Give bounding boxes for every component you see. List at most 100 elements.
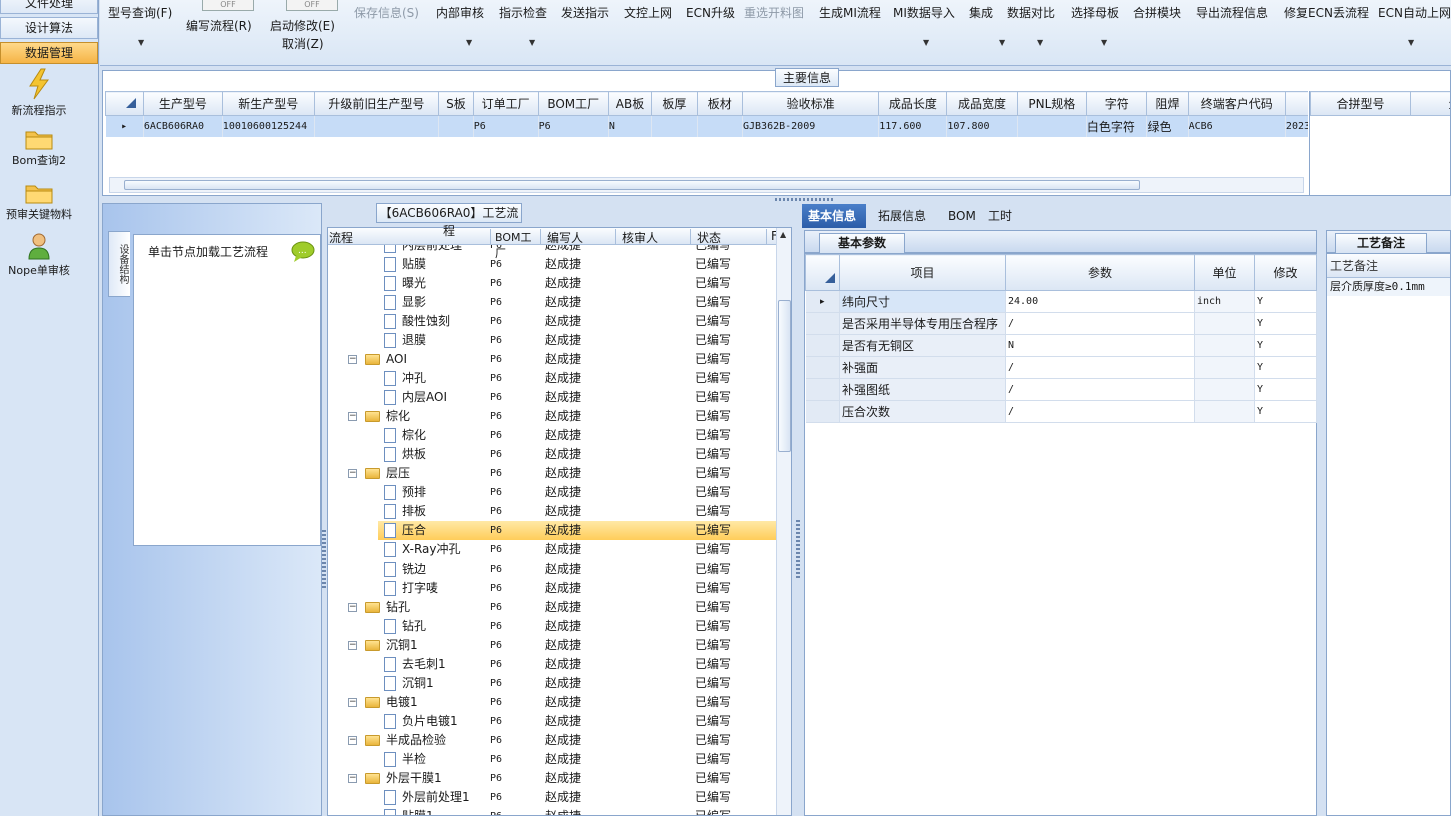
merge-col-header[interactable]: 生产 (1410, 91, 1450, 116)
main-col-header[interactable]: 板厚 (651, 91, 698, 116)
collapse-icon[interactable]: − (348, 603, 357, 612)
toolbar-button[interactable]: MI数据导入 (893, 4, 955, 21)
main-cell[interactable]: 绿色 (1146, 115, 1189, 137)
toolbar-button[interactable]: 合拼模块 (1133, 4, 1181, 21)
toolbar-button[interactable]: 指示检查 (499, 4, 547, 21)
main-col-header[interactable]: 字符 (1085, 91, 1148, 116)
tree-row[interactable]: − 半成品检验 P6 赵成捷 已编写 (328, 731, 776, 750)
main-cell[interactable] (1017, 115, 1087, 137)
param-value[interactable]: / (1005, 378, 1195, 401)
main-col-header[interactable]: 阻焊 (1146, 91, 1189, 116)
params-col-unit[interactable]: 单位 (1194, 254, 1255, 291)
toggle-switch[interactable]: OFF (286, 0, 338, 11)
splitter-handle[interactable] (796, 520, 800, 580)
tree-row[interactable]: 贴膜 P6 赵成捷 已编写 (328, 255, 776, 274)
main-col-header[interactable]: S板 (438, 91, 474, 116)
main-cell[interactable]: P6 (473, 115, 539, 137)
param-row[interactable]: 是否有无铜区 N Y (805, 334, 1317, 357)
toolbar-button[interactable]: 编写流程(R) (186, 17, 252, 34)
dropdown-arrow-icon[interactable]: ▼ (923, 38, 929, 47)
menu-design[interactable]: 设计算法 (0, 17, 98, 39)
nope-audit-button[interactable]: Nope单审核 (0, 232, 78, 278)
param-row[interactable]: 补强面 / Y (805, 356, 1317, 379)
tree-row[interactable]: − 棕化 P6 赵成捷 已编写 (328, 407, 776, 426)
param-modify[interactable]: Y (1254, 356, 1317, 379)
dropdown-arrow-icon[interactable]: ▼ (138, 38, 144, 47)
tree-row[interactable]: 内层AOI P6 赵成捷 已编写 (328, 388, 776, 407)
main-col-header[interactable]: 终端客户代码 (1187, 91, 1286, 116)
main-cell[interactable]: 10010600125244 (222, 115, 315, 137)
tree-row[interactable]: 酸性蚀刻 P6 赵成捷 已编写 (328, 312, 776, 331)
main-cell[interactable]: 6ACB606RA0 (143, 115, 223, 137)
main-cell[interactable] (697, 115, 743, 137)
param-modify[interactable]: Y (1254, 290, 1317, 313)
main-col-header[interactable]: AB板 (607, 91, 653, 116)
tree-row[interactable]: 棕化 P6 赵成捷 已编写 (328, 426, 776, 445)
tree-row[interactable]: − 层压 P6 赵成捷 已编写 (328, 464, 776, 483)
main-col-header[interactable]: 验收标准 (741, 91, 880, 116)
col-reviewer[interactable]: 核审人 (615, 229, 690, 245)
param-row[interactable]: 压合次数 / Y (805, 400, 1317, 423)
preaudit-material-button[interactable]: 预审关键物料 (0, 182, 78, 222)
tree-row[interactable]: − 电镀1 P6 赵成捷 已编写 (328, 693, 776, 712)
main-col-header[interactable]: 型号创建 (1284, 91, 1308, 116)
param-modify[interactable]: Y (1254, 400, 1317, 423)
splitter-handle[interactable] (322, 530, 326, 590)
param-row[interactable]: 是否采用半导体专用压合程序 / Y (805, 312, 1317, 335)
dropdown-arrow-icon[interactable]: ▼ (1101, 38, 1107, 47)
toolbar-button[interactable]: 启动修改(E) (270, 17, 335, 34)
tree-row[interactable]: 铣边 P6 赵成捷 已编写 (328, 560, 776, 579)
toolbar-button[interactable]: 选择母板 (1071, 4, 1119, 21)
main-col-header[interactable]: 订单工厂 (472, 91, 539, 116)
tree-row[interactable]: 排板 P6 赵成捷 已编写 (328, 502, 776, 521)
toolbar-button[interactable]: 集成 (969, 4, 993, 21)
param-value[interactable]: / (1005, 356, 1195, 379)
tree-row[interactable]: 冲孔 P6 赵成捷 已编写 (328, 369, 776, 388)
collapse-icon[interactable]: − (348, 698, 357, 707)
main-col-header[interactable]: 新生产型号 (221, 91, 315, 116)
collapse-icon[interactable]: − (348, 774, 357, 783)
param-value[interactable]: / (1005, 312, 1195, 335)
dropdown-arrow-icon[interactable]: ▼ (1408, 38, 1414, 47)
param-value[interactable]: N (1005, 334, 1195, 357)
collapse-icon[interactable]: − (348, 469, 357, 478)
param-modify[interactable]: Y (1254, 312, 1317, 335)
new-flow-button[interactable]: 新流程指示 (0, 68, 78, 118)
params-col-modify[interactable]: 修改 (1254, 254, 1317, 291)
param-value[interactable]: 24.00 (1005, 290, 1195, 313)
main-cell[interactable]: 2023-12-08 17:50: (1285, 115, 1308, 137)
menu-data-manage[interactable]: 数据管理 (0, 42, 98, 64)
structure-side-tab[interactable]: 设备结构 (108, 231, 130, 297)
main-col-header[interactable]: 板材 (696, 91, 743, 116)
tree-row[interactable]: − AOI P6 赵成捷 已编写 (328, 350, 776, 369)
tree-vscrollbar[interactable]: ▲ (776, 228, 791, 815)
tree-row[interactable]: 钻孔 P6 赵成捷 已编写 (328, 617, 776, 636)
params-title[interactable]: 基本参数 (819, 233, 905, 253)
main-cell[interactable]: 107.800 (946, 115, 1018, 137)
tree-row[interactable]: 沉铜1 P6 赵成捷 已编写 (328, 674, 776, 693)
toggle-switch[interactable]: OFF (202, 0, 254, 11)
toolbar-button[interactable]: 导出流程信息 (1196, 4, 1268, 21)
toolbar-button[interactable]: 生成MI流程 (819, 4, 881, 21)
tree-row[interactable]: 曝光 P6 赵成捷 已编写 (328, 274, 776, 293)
param-row[interactable]: ▸ 纬向尺寸 24.00 inch Y (805, 290, 1317, 313)
main-cell[interactable] (438, 115, 474, 137)
tree-row[interactable]: 打字唛 P6 赵成捷 已编写 (328, 579, 776, 598)
dropdown-arrow-icon[interactable]: ▼ (1037, 38, 1043, 47)
toolbar-button[interactable]: 文控上网 (624, 4, 672, 21)
param-row[interactable]: 补强图纸 / Y (805, 378, 1317, 401)
scroll-thumb[interactable] (124, 180, 1140, 190)
main-cell[interactable]: GJB362B-2009 (742, 115, 880, 137)
toolbar-button[interactable]: 保存信息(S) (354, 4, 419, 21)
toolbar-button[interactable]: 发送指示 (561, 4, 609, 21)
cancel-button[interactable]: 取消(Z) (282, 35, 324, 52)
params-col-param[interactable]: 参数 (1005, 254, 1195, 291)
toolbar-button[interactable]: ECN自动上网 (1378, 4, 1451, 21)
tree-row[interactable]: 烘板 P6 赵成捷 已编写 (328, 445, 776, 464)
dropdown-arrow-icon[interactable]: ▼ (999, 38, 1005, 47)
col-bom[interactable]: BOM工厂 (490, 229, 539, 260)
dropdown-arrow-icon[interactable]: ▼ (529, 38, 535, 47)
main-col-header[interactable]: 成品长度 (878, 91, 948, 116)
collapse-icon[interactable]: − (348, 412, 357, 421)
tree-row[interactable]: − 沉铜1 P6 赵成捷 已编写 (328, 636, 776, 655)
